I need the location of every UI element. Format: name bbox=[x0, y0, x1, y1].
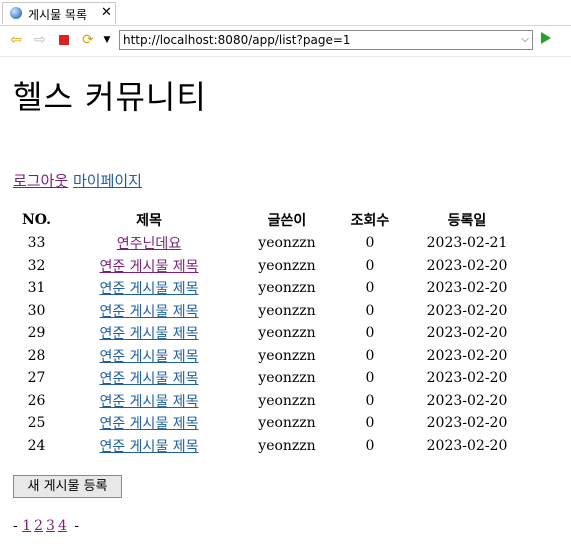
table-header-row: NO. 제목 글쓴이 조회수 등록일 bbox=[13, 208, 530, 232]
header-views: 조회수 bbox=[350, 213, 390, 229]
post-views: 0 bbox=[365, 437, 375, 454]
page-title: 헬스 커뮤니티 bbox=[13, 78, 207, 116]
post-no: 33 bbox=[27, 235, 46, 252]
post-author: yeonzzn bbox=[258, 302, 316, 319]
pagination: - 1234 - bbox=[13, 518, 79, 534]
user-links: 로그아웃 마이페이지 bbox=[13, 170, 142, 191]
page-link-2[interactable]: 2 bbox=[34, 518, 43, 534]
table-row: 33 연주닌데요 yeonzzn 0 2023-02-21 bbox=[13, 232, 530, 255]
post-views: 0 bbox=[365, 325, 375, 342]
table-row: 31 연준 게시물 제목 yeonzzn 0 2023-02-20 bbox=[13, 277, 530, 300]
post-no: 31 bbox=[27, 280, 46, 297]
post-date: 2023-02-20 bbox=[426, 437, 508, 454]
refresh-icon[interactable]: ⟳ bbox=[80, 32, 96, 48]
close-icon[interactable]: ✕ bbox=[101, 5, 112, 20]
mypage-link[interactable]: 마이페이지 bbox=[73, 172, 142, 190]
table-row: 32 연준 게시물 제목 yeonzzn 0 2023-02-20 bbox=[13, 255, 530, 278]
chevron-down-icon[interactable]: ▼ bbox=[99, 32, 115, 48]
post-views: 0 bbox=[365, 280, 375, 297]
post-author: yeonzzn bbox=[258, 437, 316, 454]
browser-tab[interactable]: 게시물 목록 ✕ bbox=[2, 2, 116, 24]
post-no: 30 bbox=[27, 302, 46, 319]
post-date: 2023-02-20 bbox=[426, 325, 508, 342]
post-author: yeonzzn bbox=[258, 235, 316, 252]
table-row: 27 연준 게시물 제목 yeonzzn 0 2023-02-20 bbox=[13, 367, 530, 390]
post-date: 2023-02-20 bbox=[426, 347, 508, 364]
logout-link[interactable]: 로그아웃 bbox=[13, 172, 68, 190]
post-title-link[interactable]: 연준 게시물 제목 bbox=[99, 371, 198, 387]
post-title-link[interactable]: 연준 게시물 제목 bbox=[99, 349, 198, 365]
post-views: 0 bbox=[365, 392, 375, 409]
post-date: 2023-02-20 bbox=[426, 302, 508, 319]
post-views: 0 bbox=[365, 302, 375, 319]
post-author: yeonzzn bbox=[258, 347, 316, 364]
forward-arrow-icon[interactable]: ⇨ bbox=[32, 32, 48, 48]
globe-icon bbox=[10, 7, 22, 19]
pager-prefix: - bbox=[13, 518, 18, 534]
post-no: 32 bbox=[27, 257, 46, 274]
post-author: yeonzzn bbox=[258, 257, 316, 274]
post-date: 2023-02-20 bbox=[426, 257, 508, 274]
post-no: 25 bbox=[27, 415, 46, 432]
post-no: 24 bbox=[27, 437, 46, 454]
header-no: NO. bbox=[21, 212, 52, 228]
post-author: yeonzzn bbox=[258, 415, 316, 432]
table-row: 28 연준 게시물 제목 yeonzzn 0 2023-02-20 bbox=[13, 345, 530, 368]
post-date: 2023-02-20 bbox=[426, 280, 508, 297]
address-bar[interactable]: http://localhost:8080/app/list?page=1 ⌵ bbox=[119, 30, 533, 50]
post-title-link[interactable]: 연준 게시물 제목 bbox=[99, 394, 198, 410]
back-arrow-icon[interactable]: ⇦ bbox=[8, 32, 24, 48]
header-title: 제목 bbox=[136, 213, 162, 229]
new-post-button[interactable]: 새 게시물 등록 bbox=[13, 475, 122, 498]
post-date: 2023-02-20 bbox=[426, 415, 508, 432]
page-link-3[interactable]: 3 bbox=[46, 518, 55, 534]
stop-icon[interactable] bbox=[56, 32, 72, 48]
header-date: 등록일 bbox=[447, 213, 487, 229]
post-views: 0 bbox=[365, 415, 375, 432]
go-icon[interactable] bbox=[541, 32, 551, 44]
post-author: yeonzzn bbox=[258, 392, 316, 409]
post-views: 0 bbox=[365, 370, 375, 387]
post-author: yeonzzn bbox=[258, 370, 316, 387]
post-views: 0 bbox=[365, 235, 375, 252]
post-date: 2023-02-21 bbox=[426, 235, 508, 252]
browser-toolbar: ⇦ ⇨ ⟳ ▼ http://localhost:8080/app/list?p… bbox=[0, 26, 571, 57]
post-no: 26 bbox=[27, 392, 46, 409]
table-row: 26 연준 게시물 제목 yeonzzn 0 2023-02-20 bbox=[13, 390, 530, 413]
post-author: yeonzzn bbox=[258, 280, 316, 297]
post-title-link[interactable]: 연준 게시물 제목 bbox=[99, 326, 198, 342]
url-text: http://localhost:8080/app/list?page=1 bbox=[123, 33, 351, 47]
header-author: 글쓴이 bbox=[267, 213, 307, 229]
page-link-1[interactable]: 1 bbox=[22, 518, 31, 534]
post-title-link[interactable]: 연주닌데요 bbox=[117, 236, 181, 252]
post-title-link[interactable]: 연준 게시물 제목 bbox=[99, 304, 198, 320]
table-row: 29 연준 게시물 제목 yeonzzn 0 2023-02-20 bbox=[13, 322, 530, 345]
pager-suffix: - bbox=[74, 518, 80, 534]
post-title-link[interactable]: 연준 게시물 제목 bbox=[99, 281, 198, 297]
post-no: 27 bbox=[27, 370, 46, 387]
table-row: 24 연준 게시물 제목 yeonzzn 0 2023-02-20 bbox=[13, 435, 530, 458]
table-row: 30 연준 게시물 제목 yeonzzn 0 2023-02-20 bbox=[13, 300, 530, 323]
post-date: 2023-02-20 bbox=[426, 392, 508, 409]
post-author: yeonzzn bbox=[258, 325, 316, 342]
post-title-link[interactable]: 연준 게시물 제목 bbox=[99, 416, 198, 432]
post-views: 0 bbox=[365, 347, 375, 364]
post-date: 2023-02-20 bbox=[426, 370, 508, 387]
tab-title: 게시물 목록 bbox=[28, 8, 88, 22]
url-dropdown-icon[interactable]: ⌵ bbox=[521, 31, 529, 49]
post-table: NO. 제목 글쓴이 조회수 등록일 33 연주닌데요 yeonzzn 0 20… bbox=[13, 208, 530, 457]
post-views: 0 bbox=[365, 257, 375, 274]
post-title-link[interactable]: 연준 게시물 제목 bbox=[99, 259, 198, 275]
page-link-4[interactable]: 4 bbox=[58, 518, 67, 534]
post-no: 28 bbox=[27, 347, 46, 364]
table-row: 25 연준 게시물 제목 yeonzzn 0 2023-02-20 bbox=[13, 412, 530, 435]
post-title-link[interactable]: 연준 게시물 제목 bbox=[99, 439, 198, 455]
browser-tab-bar: 게시물 목록 ✕ bbox=[0, 0, 571, 26]
post-no: 29 bbox=[27, 325, 46, 342]
